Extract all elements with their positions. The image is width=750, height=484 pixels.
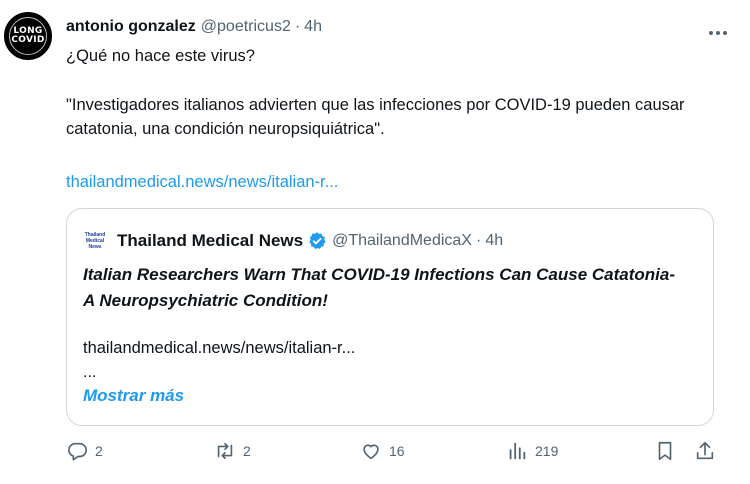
card-title: Italian Researchers Warn That COVID-19 I… bbox=[83, 265, 676, 310]
tweet-header: antonio gonzalez @poetricus2 · 4h bbox=[66, 18, 322, 36]
reply-count: 2 bbox=[95, 443, 103, 459]
tweet-time[interactable]: 4h bbox=[304, 18, 322, 36]
tweet-text-line1: ¿Qué no hace este virus? bbox=[66, 47, 255, 65]
reply-button[interactable]: 2 bbox=[66, 440, 103, 462]
views-icon bbox=[509, 442, 526, 460]
card-author-name[interactable]: Thailand Medical News bbox=[117, 231, 303, 251]
bookmark-button[interactable] bbox=[654, 440, 676, 462]
separator-dot: · bbox=[294, 18, 301, 35]
card-url[interactable]: thailandmedical.news/news/italian-r... bbox=[83, 339, 355, 358]
share-button[interactable] bbox=[694, 440, 716, 462]
like-count: 16 bbox=[389, 443, 405, 459]
retweet-button[interactable]: 2 bbox=[214, 440, 251, 462]
card-logo-line: News bbox=[88, 244, 102, 250]
author-handle[interactable]: @poetricus2 bbox=[201, 18, 291, 36]
tweet-link[interactable]: thailandmedical.news/news/italian-r... bbox=[66, 170, 736, 194]
card-separator-dot: · bbox=[475, 232, 482, 249]
retweet-count: 2 bbox=[243, 443, 251, 459]
reply-icon bbox=[68, 442, 87, 461]
quoted-tweet-card[interactable]: Thailand Medical News Thailand Medical N… bbox=[66, 208, 714, 426]
like-button[interactable]: 16 bbox=[360, 440, 405, 462]
tweet-text-quote: "Investigadores italianos advierten que … bbox=[66, 96, 685, 138]
bookmark-icon bbox=[658, 441, 672, 461]
author-name[interactable]: antonio gonzalez bbox=[66, 18, 196, 36]
retweet-icon bbox=[217, 442, 233, 460]
card-header: Thailand Medical News @ThailandMedicaX ·… bbox=[117, 231, 503, 251]
card-time[interactable]: 4h bbox=[485, 232, 503, 250]
share-icon bbox=[696, 441, 714, 460]
like-icon bbox=[363, 444, 379, 460]
card-logo: Thailand Medical News bbox=[83, 229, 107, 253]
more-icon[interactable] bbox=[708, 20, 728, 41]
show-more-link[interactable]: Mostrar más bbox=[83, 386, 184, 406]
card-ellipsis: ... bbox=[83, 364, 97, 381]
views-count: 219 bbox=[535, 443, 559, 459]
action-bar: 2 2 16 219 bbox=[66, 440, 726, 466]
views-button[interactable]: 219 bbox=[506, 440, 558, 462]
verified-icon bbox=[307, 231, 327, 251]
card-author-handle[interactable]: @ThailandMedicaX bbox=[332, 232, 472, 250]
avatar[interactable]: LONG COVID bbox=[4, 12, 52, 60]
avatar-ring bbox=[9, 17, 47, 55]
